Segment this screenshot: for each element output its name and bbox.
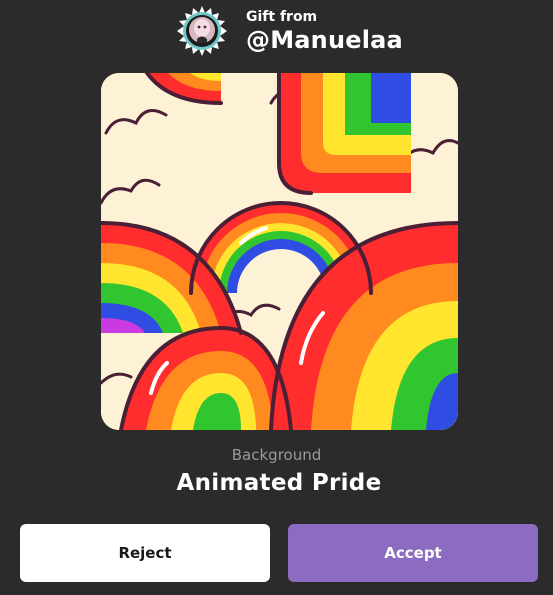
gift-dialog: Gift from @Manuelaa Background Animated … xyxy=(0,0,553,595)
item-name: Animated Pride xyxy=(176,470,382,496)
rainbow-pattern-artwork xyxy=(101,73,458,430)
gift-from-label: Gift from xyxy=(246,9,318,25)
gift-sender-username[interactable]: @Manuelaa xyxy=(246,26,403,54)
accept-button[interactable]: Accept xyxy=(288,524,538,582)
gift-header: Gift from @Manuelaa xyxy=(176,4,403,58)
gift-text: Gift from @Manuelaa xyxy=(246,8,403,54)
avatar[interactable] xyxy=(176,5,228,57)
user-avatar-icon xyxy=(177,6,227,56)
item-type-label: Background xyxy=(231,446,322,464)
background-preview xyxy=(101,73,458,430)
reject-button[interactable]: Reject xyxy=(20,524,270,582)
